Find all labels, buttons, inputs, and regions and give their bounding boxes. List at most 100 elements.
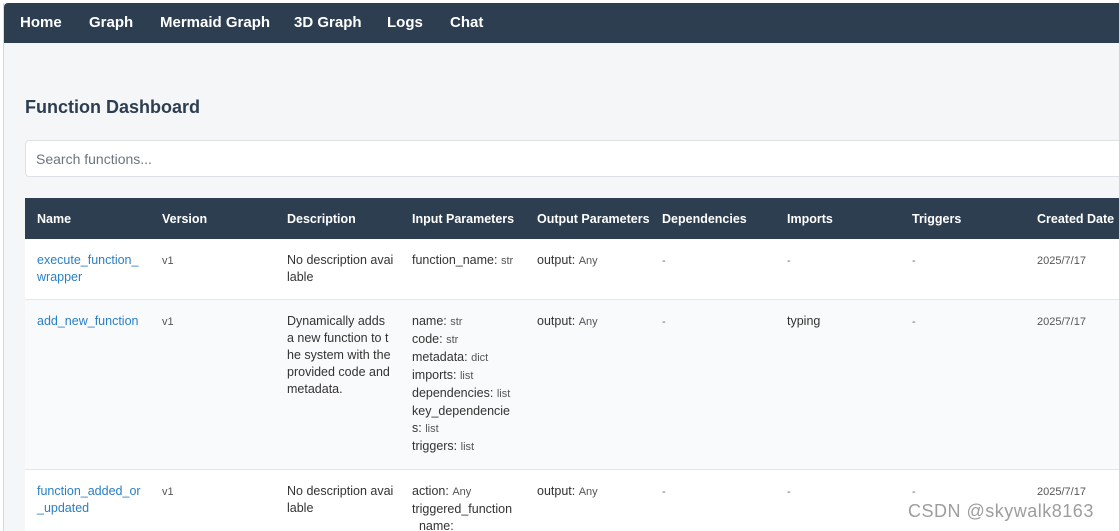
cell-description: No description available: [275, 469, 400, 531]
imports-value: typing: [787, 314, 821, 328]
param-name: metadata:: [412, 350, 468, 364]
triggers-value: -: [912, 486, 916, 498]
functions-table-container: Name Version Description Input Parameter…: [25, 198, 1119, 531]
input-param: name: str: [412, 313, 519, 331]
cell-input-parameters: function_name: str: [400, 239, 525, 300]
cell-input-parameters: action: Any triggered_function_name:: [400, 469, 525, 531]
output-type: Any: [578, 486, 598, 498]
header-version[interactable]: Version: [150, 198, 275, 239]
output-label: output:: [537, 253, 576, 267]
cell-output-parameters: output: Any: [525, 469, 650, 531]
input-param: triggered_function_name:: [412, 501, 519, 531]
param-name: triggered_function_name:: [412, 502, 513, 531]
cell-dependencies: -: [650, 299, 775, 470]
triggers-value: -: [912, 316, 916, 328]
version-value: v1: [162, 486, 174, 498]
output-type: Any: [578, 316, 598, 328]
dependencies-value: -: [662, 316, 666, 328]
param-type: str: [446, 334, 459, 346]
cell-triggers: -: [900, 239, 1025, 300]
page-title: Function Dashboard: [25, 97, 200, 117]
output-label: output:: [537, 484, 576, 498]
version-value: v1: [162, 255, 174, 267]
cell-description: No description available: [275, 239, 400, 300]
nav-3d-graph[interactable]: 3D Graph: [294, 3, 362, 43]
csdn-watermark: CSDN @skywalk8163: [908, 501, 1094, 521]
cell-imports: -: [775, 239, 900, 300]
cell-dependencies: -: [650, 469, 775, 531]
search-input[interactable]: [25, 140, 1119, 177]
param-name: function_name:: [412, 253, 498, 267]
cell-dependencies: -: [650, 239, 775, 300]
param-type: Any: [452, 486, 472, 498]
output-type: Any: [578, 255, 598, 267]
param-name: dependencies:: [412, 386, 494, 400]
cell-name: add_new_function: [25, 299, 150, 470]
table-row: execute_function_wrapper v1 No descripti…: [25, 239, 1119, 300]
functions-table: Name Version Description Input Parameter…: [25, 198, 1119, 531]
created-date-value: 2025/7/17: [1037, 255, 1086, 267]
param-name: imports:: [412, 368, 457, 382]
cell-created-date: 2025/7/17: [1025, 299, 1119, 470]
cell-created-date: 2025/7/17: [1025, 239, 1119, 300]
dependencies-value: -: [662, 486, 666, 498]
input-param: imports: list: [412, 367, 519, 385]
nav-home[interactable]: Home: [20, 3, 62, 43]
header-description[interactable]: Description: [275, 198, 400, 239]
param-type: list: [496, 388, 511, 400]
param-type: list: [425, 423, 439, 435]
description-text: Dynamically adds a new function to the s…: [287, 314, 391, 396]
dependencies-value: -: [662, 255, 666, 267]
table-row: add_new_function v1 Dynamically adds a n…: [25, 299, 1119, 470]
header-input-parameters[interactable]: Input Parameters: [400, 198, 525, 239]
triggers-value: -: [912, 255, 916, 267]
cell-version: v1: [150, 239, 275, 300]
output-label: output:: [537, 314, 576, 328]
input-param: triggers: list: [412, 438, 519, 456]
input-param: key_dependencies: list: [412, 403, 519, 438]
function-name-link[interactable]: execute_function_wrapper: [37, 253, 138, 284]
cell-imports: typing: [775, 299, 900, 470]
input-param: dependencies: list: [412, 385, 519, 403]
cell-version: v1: [150, 469, 275, 531]
cell-output-parameters: output: Any: [525, 299, 650, 470]
header-dependencies[interactable]: Dependencies: [650, 198, 775, 239]
header-output-parameters[interactable]: Output Parameters: [525, 198, 650, 239]
param-name: action:: [412, 484, 449, 498]
cell-output-parameters: output: Any: [525, 239, 650, 300]
nav-logs[interactable]: Logs: [387, 3, 423, 43]
header-triggers[interactable]: Triggers: [900, 198, 1025, 239]
header-name[interactable]: Name: [25, 198, 150, 239]
cell-description: Dynamically adds a new function to the s…: [275, 299, 400, 470]
header-imports[interactable]: Imports: [775, 198, 900, 239]
param-type: dict: [471, 352, 489, 364]
param-name: triggers:: [412, 439, 458, 453]
nav-chat[interactable]: Chat: [450, 3, 483, 43]
description-text: No description available: [287, 253, 394, 284]
table-header-row: Name Version Description Input Parameter…: [25, 198, 1119, 239]
input-param: action: Any: [412, 483, 519, 501]
param-type: list: [459, 370, 474, 382]
created-date-value: 2025/7/17: [1037, 316, 1086, 328]
description-text: No description available: [287, 484, 394, 515]
param-type: str: [500, 255, 514, 267]
imports-value: -: [787, 255, 791, 267]
input-param: code: str: [412, 331, 519, 349]
nav-mermaid-graph[interactable]: Mermaid Graph: [160, 3, 270, 43]
cell-imports: -: [775, 469, 900, 531]
nav-graph[interactable]: Graph: [89, 3, 133, 43]
function-name-link[interactable]: function_added_or_updated: [37, 484, 141, 515]
top-navbar: Home Graph Mermaid Graph 3D Graph Logs C…: [4, 3, 1119, 43]
function-name-link[interactable]: add_new_function: [37, 314, 138, 328]
input-param: metadata: dict: [412, 349, 519, 367]
cell-input-parameters: name: str code: str metadata: dict impor…: [400, 299, 525, 470]
param-name: name:: [412, 314, 447, 328]
version-value: v1: [162, 316, 174, 328]
header-created-date[interactable]: Created Date: [1025, 198, 1119, 239]
cell-triggers: -: [900, 299, 1025, 470]
imports-value: -: [787, 486, 791, 498]
param-type: str: [450, 316, 463, 328]
input-param: function_name: str: [412, 252, 519, 270]
created-date-value: 2025/7/17: [1037, 486, 1086, 498]
param-name: code:: [412, 332, 443, 346]
